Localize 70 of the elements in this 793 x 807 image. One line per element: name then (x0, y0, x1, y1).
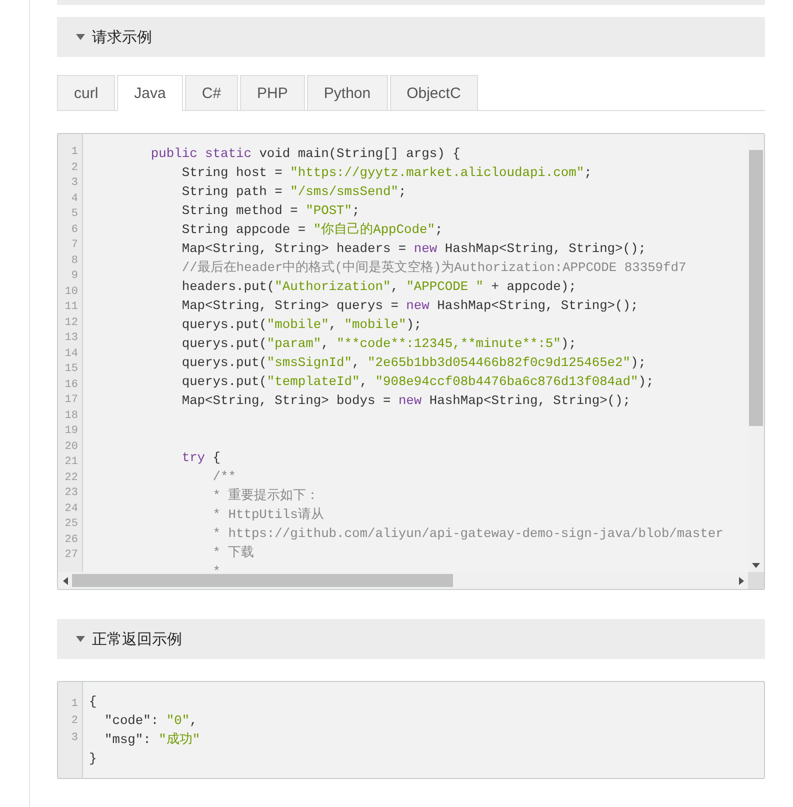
line-number: 2 (71, 160, 78, 176)
code-line: String host = "https://gyytz.market.alicloudapi.com"; (180, 165, 592, 180)
line-number: 21 (64, 455, 78, 470)
line-number: 1 (71, 697, 78, 712)
code-line: * HttpUtils请从 (212, 507, 324, 522)
line-number: 13 (64, 331, 78, 346)
scroll-right-icon[interactable] (739, 576, 744, 584)
code-line: querys.put("param", "**code**:12345,**minute**:5"); (180, 336, 576, 351)
code-line: //最后在header中的格式(中间是英文空格)为Authorization:APPCODE 83359fd7 (180, 260, 686, 275)
line-number: 17 (64, 393, 78, 408)
section-title: 请求示例 (92, 28, 152, 46)
section-header[interactable]: 请求示例 (57, 17, 765, 57)
code-line: * 下载 (212, 545, 254, 560)
code-line: querys.put("templateId", "908e94ccf08b4476ba6c876d13f084ad"); (180, 374, 654, 389)
code-line: "code": "0", (103, 713, 198, 728)
section-title: 正常返回示例 (92, 630, 182, 648)
code-line: * (212, 564, 221, 572)
line-number: 5 (71, 207, 78, 222)
code-line: * 重要提示如下： (212, 488, 320, 503)
line-number: 27 (64, 548, 78, 563)
horizontal-scrollbar[interactable] (58, 572, 764, 589)
language-tab[interactable]: ObjectC (390, 75, 478, 110)
language-tab[interactable]: PHP (240, 75, 305, 110)
line-number: 4 (71, 192, 78, 206)
code-line: headers.put("Authorization", "APPCODE " + appcode); (180, 279, 576, 294)
code-line: String path = "/sms/smsSend"; (180, 184, 406, 199)
line-number: 3 (71, 176, 78, 191)
line-number: 19 (64, 424, 78, 439)
code-line: public static void main(String[] args) { (150, 146, 460, 161)
code-line: String appcode = "你自己的AppCode"; (180, 222, 443, 237)
line-number: 10 (64, 284, 78, 300)
code-line: "msg": "成功" (103, 732, 200, 747)
line-number: 25 (64, 517, 78, 532)
code-line: String method = "POST"; (180, 203, 360, 218)
scroll-left-icon[interactable] (63, 576, 68, 584)
line-number: 24 (64, 502, 78, 516)
code-line: try { (180, 450, 221, 465)
line-number: 26 (64, 532, 78, 548)
code-line: /** (212, 469, 236, 484)
language-tab[interactable]: Python (306, 75, 388, 110)
line-number: 22 (64, 470, 78, 486)
scrollbar-corner (748, 572, 764, 589)
language-tab[interactable]: C# (184, 75, 238, 110)
code-line: querys.put("mobile", "mobile"); (180, 317, 422, 332)
scroll-down-icon[interactable] (752, 563, 760, 568)
code-line: * https://github.com/aliyun/api-gateway-demo-sign-java/blob/master (212, 526, 724, 541)
line-number: 12 (64, 316, 78, 330)
language-tab[interactable]: Java (117, 75, 183, 111)
line-number: 14 (64, 346, 78, 362)
code-line: querys.put("smsSignId", "2e65b1bb3d054466b82f0c9d125465e2"); (180, 355, 646, 370)
line-number: 7 (71, 238, 78, 253)
line-number: 20 (64, 440, 78, 454)
code-line: Map<String, String> bodys = new HashMap<String, String>(); (180, 393, 631, 408)
line-number: 8 (71, 254, 78, 268)
line-number: 9 (71, 269, 78, 284)
code-line: Map<String, String> querys = new HashMap<String, String>(); (180, 298, 638, 313)
language-tab[interactable]: curl (57, 75, 116, 110)
line-number: 16 (64, 378, 78, 392)
line-number: 3 (71, 731, 78, 746)
line-number: 1 (71, 145, 78, 160)
line-number: 23 (64, 486, 78, 501)
line-number: 2 (71, 714, 78, 729)
line-number: 6 (71, 222, 78, 238)
line-number: 15 (64, 362, 78, 377)
code-line: { (89, 694, 97, 709)
line-number: 11 (64, 300, 78, 315)
line-number: 18 (64, 408, 78, 424)
code-line: Map<String, String> headers = new HashMap<String, String>(); (180, 241, 646, 256)
code-line: } (89, 751, 97, 766)
section-header[interactable]: 正常返回示例 (57, 619, 765, 659)
